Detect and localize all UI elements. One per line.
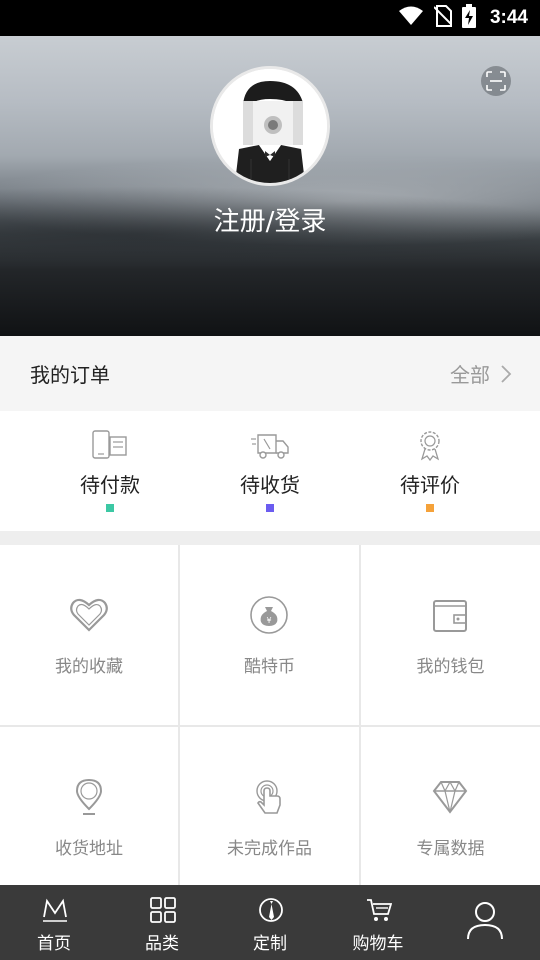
feature-wallet[interactable]: 我的钱包 [361, 545, 540, 725]
wallet-icon [433, 600, 467, 632]
m-logo-icon [43, 898, 67, 922]
order-pending-payment[interactable]: 待付款 [40, 411, 180, 531]
orders-header: 我的订单 全部 [0, 336, 540, 411]
status-bar: 3:44 [0, 0, 540, 36]
feature-kute-coin[interactable]: ¥ 酷特币 [180, 545, 359, 725]
cart-icon [367, 899, 392, 921]
tie-icon [259, 898, 283, 922]
heart-icon [70, 598, 108, 632]
phone-payment-icon [92, 430, 127, 459]
user-icon [467, 902, 503, 940]
view-all-orders-link[interactable]: 全部 [450, 359, 512, 388]
status-icons: 3:44 [398, 0, 528, 36]
tab-home[interactable]: 首页 [0, 885, 108, 960]
orders-title: 我的订单 [30, 363, 110, 387]
tab-category-label: 品类 [145, 934, 179, 954]
section-divider [0, 531, 540, 545]
status-time: 3:44 [489, 7, 528, 28]
feature-favorites-label: 我的收藏 [55, 657, 123, 677]
order-status-row: 待付款 待收货 待评价 [0, 411, 540, 531]
login-register-link[interactable]: 注册/登录 [0, 201, 540, 238]
touch-hand-icon [256, 780, 281, 814]
feature-unfinished-works-label: 未完成作品 [227, 839, 312, 859]
grid-icon [150, 897, 176, 923]
tab-profile[interactable] [432, 885, 540, 960]
coin-bag-icon: ¥ [250, 596, 288, 634]
feature-shipping-address-label: 收货地址 [55, 839, 123, 859]
feature-exclusive-data[interactable]: 专属数据 [361, 727, 540, 885]
tab-home-label: 首页 [37, 934, 71, 954]
bottom-tab-bar: 首页 品类 定制 购物车 [0, 885, 540, 960]
order-pending-payment-label: 待付款 [80, 473, 140, 497]
wifi-icon [398, 6, 424, 30]
award-badge-icon [420, 431, 440, 461]
order-pending-delivery[interactable]: 待收货 [200, 411, 340, 531]
tab-category[interactable]: 品类 [108, 885, 216, 960]
avatar[interactable] [210, 66, 330, 186]
battery-charging-icon [461, 4, 476, 32]
delivery-truck-icon [251, 434, 289, 459]
feature-grid: 我的收藏 ¥ 酷特币 我的钱包 收货地址 未完成作品 专属数据 [0, 545, 540, 885]
profile-header: 注册/登录 [0, 36, 540, 336]
order-pending-review[interactable]: 待评价 [360, 411, 500, 531]
feature-wallet-label: 我的钱包 [416, 657, 485, 677]
tab-cart-label: 购物车 [352, 934, 404, 954]
feature-kute-coin-label: 酷特币 [244, 657, 295, 677]
scan-button[interactable] [481, 66, 511, 96]
scan-icon [486, 71, 506, 91]
diamond-icon [432, 780, 468, 814]
order-pending-payment-indicator [106, 504, 114, 512]
feature-favorites[interactable]: 我的收藏 [0, 545, 178, 725]
order-pending-delivery-indicator [266, 504, 274, 512]
feature-unfinished-works[interactable]: 未完成作品 [180, 727, 359, 885]
no-sim-icon [433, 5, 453, 31]
feature-exclusive-data-label: 专属数据 [416, 839, 485, 859]
chevron-right-icon [501, 364, 512, 383]
feature-shipping-address[interactable]: 收货地址 [0, 727, 178, 885]
tab-customize-label: 定制 [253, 934, 287, 954]
tab-cart[interactable]: 购物车 [324, 885, 432, 960]
svg-text:¥: ¥ [266, 616, 271, 625]
order-pending-review-indicator [426, 504, 434, 512]
tab-customize[interactable]: 定制 [216, 885, 324, 960]
location-pin-icon [75, 778, 103, 815]
view-all-label: 全部 [450, 363, 490, 387]
default-avatar-icon [213, 69, 327, 183]
order-pending-review-label: 待评价 [400, 473, 460, 497]
order-pending-delivery-label: 待收货 [240, 473, 300, 497]
